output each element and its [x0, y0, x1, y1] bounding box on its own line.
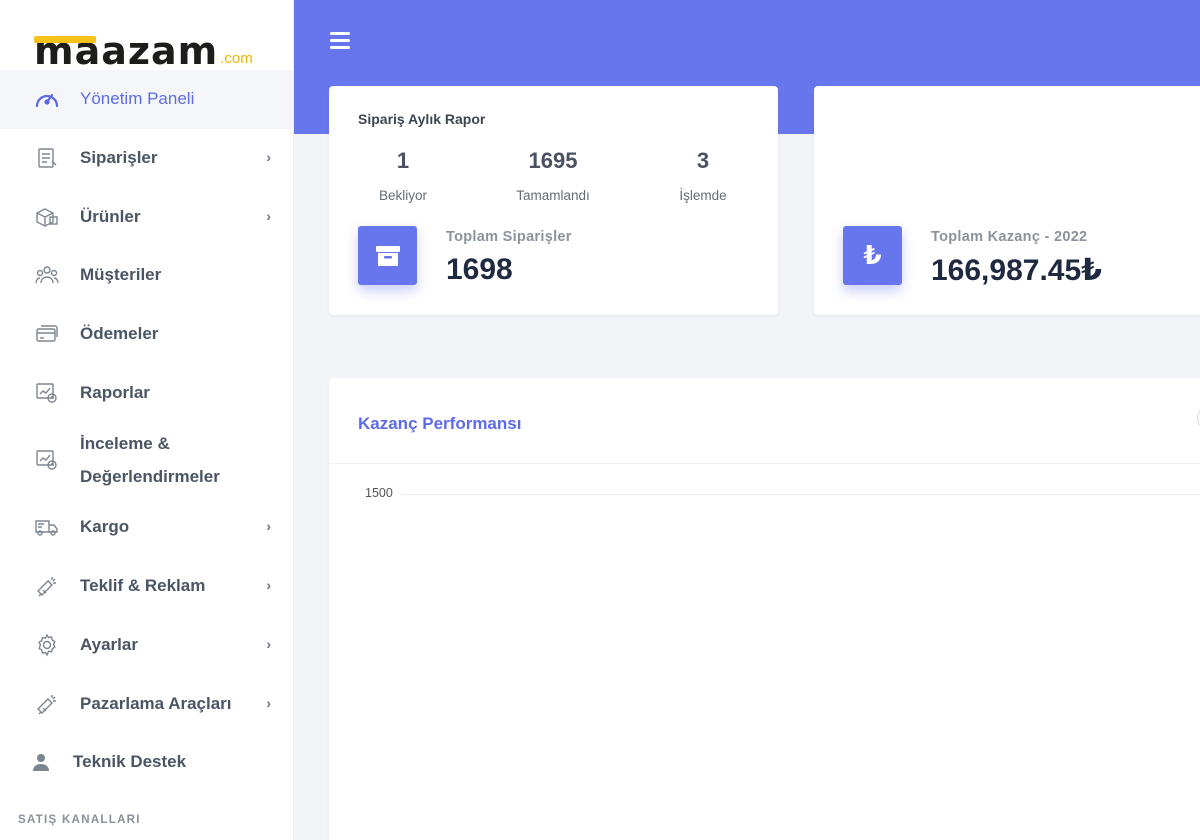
- gear-icon: [34, 632, 60, 658]
- stat-caption: Bekliyor: [378, 188, 427, 203]
- total-orders-value: 1698: [446, 253, 513, 286]
- sidebar-menu: Yönetim Paneli Siparişler › Ürünler › Mü…: [0, 70, 293, 792]
- chevron-right-icon: ›: [266, 149, 271, 166]
- sidebar-item-label: Ürünler: [80, 206, 141, 226]
- sidebar-item-label-line2: Değerlendirmeler: [80, 467, 220, 487]
- total-earnings-label: Toplam Kazanç - 2022: [931, 229, 1088, 245]
- performance-title: Kazanç Performansı: [358, 414, 522, 433]
- sidebar-item-label: Siparişler: [80, 148, 158, 168]
- sales-channels-section-label: SATIŞ KANALLARI: [18, 813, 141, 826]
- product-box-icon: [34, 204, 60, 230]
- sidebar-item-label: Ödemeler: [80, 324, 159, 344]
- sidebar-item-dashboard[interactable]: Yönetim Paneli: [0, 70, 293, 129]
- stat-processing: 3 İşlemde: [643, 148, 763, 203]
- sidebar: maazam .com Yönetim Paneli Siparişler › …: [0, 0, 294, 840]
- dashboard-gauge-icon: [34, 86, 60, 112]
- lira-icon: ₺: [843, 226, 902, 285]
- stat-caption: İşlemde: [679, 188, 727, 203]
- archive-box-icon: [358, 226, 417, 285]
- sidebar-item-label: Müşteriler: [80, 265, 162, 285]
- sidebar-item-payments[interactable]: Ödemeler: [0, 305, 293, 364]
- sidebar-item-label: Kargo: [80, 517, 130, 537]
- sidebar-item-reviews[interactable]: İnceleme & Değerlendirmeler: [0, 422, 293, 498]
- stat-pending: 1 Bekliyor: [343, 148, 463, 203]
- sidebar-item-label: Yönetim Paneli: [80, 89, 195, 109]
- sidebar-item-reports[interactable]: Raporlar: [0, 363, 293, 422]
- chevron-right-icon: ›: [266, 207, 271, 224]
- total-orders-label: Toplam Siparişler: [446, 229, 572, 245]
- sidebar-item-orders[interactable]: Siparişler ›: [0, 129, 293, 188]
- chevron-right-icon: ›: [266, 518, 271, 535]
- brand-logo[interactable]: maazam .com: [0, 0, 293, 70]
- sidebar-item-label: Ayarlar: [80, 634, 138, 654]
- megaphone-icon: [34, 573, 60, 599]
- y-axis-tick-label: 1500: [365, 486, 393, 500]
- sidebar-item-customers[interactable]: Müşteriler: [0, 246, 293, 305]
- hamburger-menu-icon[interactable]: [330, 32, 350, 49]
- chart-gridline: [401, 494, 1200, 495]
- stat-value: 3: [696, 148, 710, 173]
- sidebar-item-label-line1: İnceleme &: [80, 434, 170, 454]
- sidebar-item-shipping[interactable]: Kargo ›: [0, 498, 293, 557]
- payment-card-icon: [34, 321, 60, 347]
- monthly-orders-card: Sipariş Aylık Rapor 1 Bekliyor 1695 Tama…: [329, 86, 778, 315]
- sidebar-item-tech-support[interactable]: Teknik Destek: [0, 733, 293, 792]
- total-earnings-value: 166,987.45₺: [931, 254, 1103, 287]
- stat-caption: Tamamlandı: [516, 188, 590, 203]
- user-icon: [28, 749, 54, 775]
- sidebar-item-marketing-tools[interactable]: Pazarlama Araçları ›: [0, 674, 293, 733]
- orders-list-icon: [34, 145, 60, 171]
- logo-domain-suffix: .com: [220, 50, 253, 67]
- marketing-megaphone-icon: [34, 691, 60, 717]
- reviews-chart-icon: [34, 447, 60, 473]
- chevron-right-icon: ›: [266, 636, 271, 653]
- delivery-truck-icon: [34, 514, 60, 540]
- sidebar-item-products[interactable]: Ürünler ›: [0, 187, 293, 246]
- customers-group-icon: [34, 262, 60, 288]
- card-title: Sipariş Aylık Rapor: [358, 111, 486, 127]
- lira-glyph: ₺: [863, 240, 882, 270]
- chevron-right-icon: ›: [266, 694, 271, 711]
- stat-value: 1695: [528, 148, 578, 173]
- sidebar-item-settings[interactable]: Ayarlar ›: [0, 616, 293, 675]
- total-earnings-card: ₺ Toplam Kazanç - 2022 166,987.45₺: [814, 86, 1200, 315]
- earnings-performance-card: Kazanç Performansı 1500: [329, 378, 1200, 840]
- logo-wordmark: maazam: [34, 29, 219, 73]
- sidebar-item-label: Teklif & Reklam: [80, 576, 206, 596]
- sidebar-item-label: Raporlar: [80, 382, 150, 402]
- reports-chart-icon: [34, 380, 60, 406]
- sidebar-item-label: Pazarlama Araçları: [80, 693, 232, 713]
- divider: [329, 463, 1200, 464]
- stat-completed: 1695 Tamamlandı: [493, 148, 613, 203]
- chevron-right-icon: ›: [266, 577, 271, 594]
- sidebar-item-offers-ads[interactable]: Teklif & Reklam ›: [0, 557, 293, 616]
- stat-value: 1: [396, 148, 410, 173]
- sidebar-item-label: İnceleme & Değerlendirmeler: [80, 427, 220, 493]
- sidebar-item-label: Teknik Destek: [73, 752, 187, 772]
